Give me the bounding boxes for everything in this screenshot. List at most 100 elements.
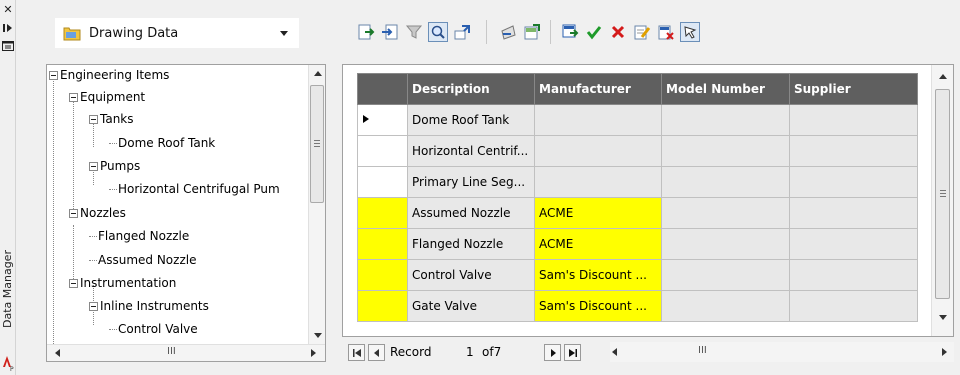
scroll-up-icon[interactable] — [314, 71, 322, 76]
collapse-toggle-icon[interactable] — [69, 208, 78, 218]
cell-description[interactable]: Gate Valve — [407, 290, 535, 322]
cell-model[interactable] — [661, 259, 790, 291]
import-icon[interactable] — [380, 22, 400, 42]
scroll-down-icon[interactable] — [939, 315, 947, 320]
cell-model[interactable] — [661, 197, 790, 229]
column-header-description[interactable]: Description — [407, 73, 535, 105]
scroll-up-icon[interactable] — [939, 74, 947, 79]
cell-model[interactable] — [661, 290, 790, 322]
column-header-model-number[interactable]: Model Number — [661, 73, 790, 105]
tree-node[interactable]: Nozzles — [69, 205, 126, 221]
tree-node[interactable]: Equipment — [69, 89, 145, 105]
cell-description[interactable]: Assumed Nozzle — [407, 197, 535, 229]
cell-supplier[interactable] — [789, 228, 918, 260]
cell-supplier[interactable] — [789, 259, 918, 291]
check-icon[interactable] — [584, 22, 604, 42]
cell-supplier[interactable] — [789, 135, 918, 167]
collapse-toggle-icon[interactable] — [89, 161, 98, 171]
tree-vertical-scrollbar[interactable] — [308, 65, 325, 344]
cell-manufacturer[interactable]: ACME — [534, 197, 662, 229]
export-report-icon[interactable] — [522, 22, 542, 42]
cell-description[interactable]: Dome Roof Tank — [407, 104, 535, 136]
collapse-toggle-icon[interactable] — [89, 114, 98, 124]
cell-manufacturer[interactable] — [534, 135, 662, 167]
tree-node[interactable]: Flanged Nozzle — [89, 228, 189, 244]
grid-horizontal-scrollbar[interactable]: III — [610, 342, 954, 362]
grid-vertical-scrollbar[interactable] — [931, 65, 953, 336]
record-position[interactable]: 1 — [466, 345, 474, 359]
collapse-toggle-icon[interactable] — [69, 92, 78, 102]
data-grid[interactable]: Description Manufacturer Model Number Su… — [342, 64, 954, 337]
cell-manufacturer[interactable]: Sam's Discount ... — [534, 259, 662, 291]
scroll-thumb[interactable] — [310, 85, 324, 203]
collapse-toggle-icon[interactable] — [49, 70, 58, 80]
cell-model[interactable] — [661, 166, 790, 198]
data-tree-view[interactable]: Engineering Items Equipment Tanks Dome Roof… — [46, 64, 326, 362]
zoom-to-icon[interactable] — [428, 22, 448, 42]
collapse-toggle-icon[interactable] — [89, 301, 98, 311]
table-row[interactable]: Flanged Nozzle ACME — [357, 228, 918, 260]
print-icon[interactable] — [498, 22, 518, 42]
accept-icon[interactable] — [560, 22, 580, 42]
cell-model[interactable] — [661, 135, 790, 167]
tree-node[interactable]: Tanks — [89, 111, 134, 127]
cell-manufacturer[interactable]: ACME — [534, 228, 662, 260]
row-selector[interactable] — [357, 290, 408, 322]
cell-description[interactable]: Control Valve — [407, 259, 535, 291]
scroll-down-icon[interactable] — [314, 333, 322, 338]
zoom-to-drawing-icon[interactable] — [452, 22, 472, 42]
row-selector-header[interactable] — [357, 73, 408, 105]
tree-node[interactable]: Assumed Nozzle — [89, 252, 196, 268]
chevron-down-icon[interactable] — [280, 30, 288, 36]
table-row[interactable]: Horizontal Centrif... — [357, 135, 918, 167]
cell-model[interactable] — [661, 104, 790, 136]
column-header-supplier[interactable]: Supplier — [789, 73, 918, 105]
tree-node[interactable]: Control Valve — [109, 321, 198, 337]
column-header-manufacturer[interactable]: Manufacturer — [534, 73, 662, 105]
tree-node[interactable]: Instrumentation — [69, 275, 176, 291]
close-icon[interactable]: ✕ — [2, 4, 14, 16]
scroll-left-icon[interactable] — [612, 348, 617, 356]
collapse-toggle-icon[interactable] — [69, 278, 78, 288]
scroll-thumb[interactable] — [935, 89, 950, 299]
tree-node[interactable]: Dome Roof Tank — [109, 135, 215, 151]
delete-icon[interactable] — [608, 22, 628, 42]
table-row[interactable]: Gate Valve Sam's Discount ... — [357, 290, 918, 322]
row-selector[interactable] — [357, 197, 408, 229]
cell-supplier[interactable] — [789, 197, 918, 229]
cell-description[interactable]: Flanged Nozzle — [407, 228, 535, 260]
tree-node[interactable]: Inline Instruments — [89, 298, 209, 314]
previous-record-button[interactable] — [368, 344, 385, 361]
auto-hide-icon[interactable] — [2, 22, 14, 34]
cell-description[interactable]: Horizontal Centrif... — [407, 135, 535, 167]
first-record-button[interactable] — [348, 344, 365, 361]
cell-manufacturer[interactable] — [534, 104, 662, 136]
row-selector[interactable] — [357, 166, 408, 198]
tree-node[interactable]: Engineering Items — [49, 67, 169, 83]
last-record-button[interactable] — [564, 344, 581, 361]
scroll-right-icon[interactable] — [311, 349, 316, 357]
cell-model[interactable] — [661, 228, 790, 260]
row-selector[interactable] — [357, 228, 408, 260]
export-icon[interactable] — [356, 22, 376, 42]
edit-icon[interactable] — [632, 22, 652, 42]
table-row[interactable]: Primary Line Seg... — [357, 166, 918, 198]
tree-node[interactable]: Pumps — [89, 158, 140, 174]
cell-supplier[interactable] — [789, 166, 918, 198]
row-selector[interactable] — [357, 259, 408, 291]
scroll-right-icon[interactable] — [942, 348, 947, 356]
reject-icon[interactable] — [656, 22, 676, 42]
tree-horizontal-scrollbar[interactable]: III — [47, 344, 325, 361]
table-row[interactable]: Dome Roof Tank — [357, 104, 918, 136]
cell-supplier[interactable] — [789, 104, 918, 136]
next-record-button[interactable] — [544, 344, 561, 361]
tree-node[interactable]: Horizontal Centrifugal Pum — [109, 181, 280, 197]
scroll-left-icon[interactable] — [55, 349, 60, 357]
row-selector[interactable] — [357, 135, 408, 167]
filter-icon[interactable] — [404, 22, 424, 42]
table-row[interactable]: Assumed Nozzle ACME — [357, 197, 918, 229]
select-icon[interactable] — [680, 22, 700, 42]
cell-supplier[interactable] — [789, 290, 918, 322]
properties-icon[interactable] — [2, 40, 14, 52]
cell-manufacturer[interactable] — [534, 166, 662, 198]
